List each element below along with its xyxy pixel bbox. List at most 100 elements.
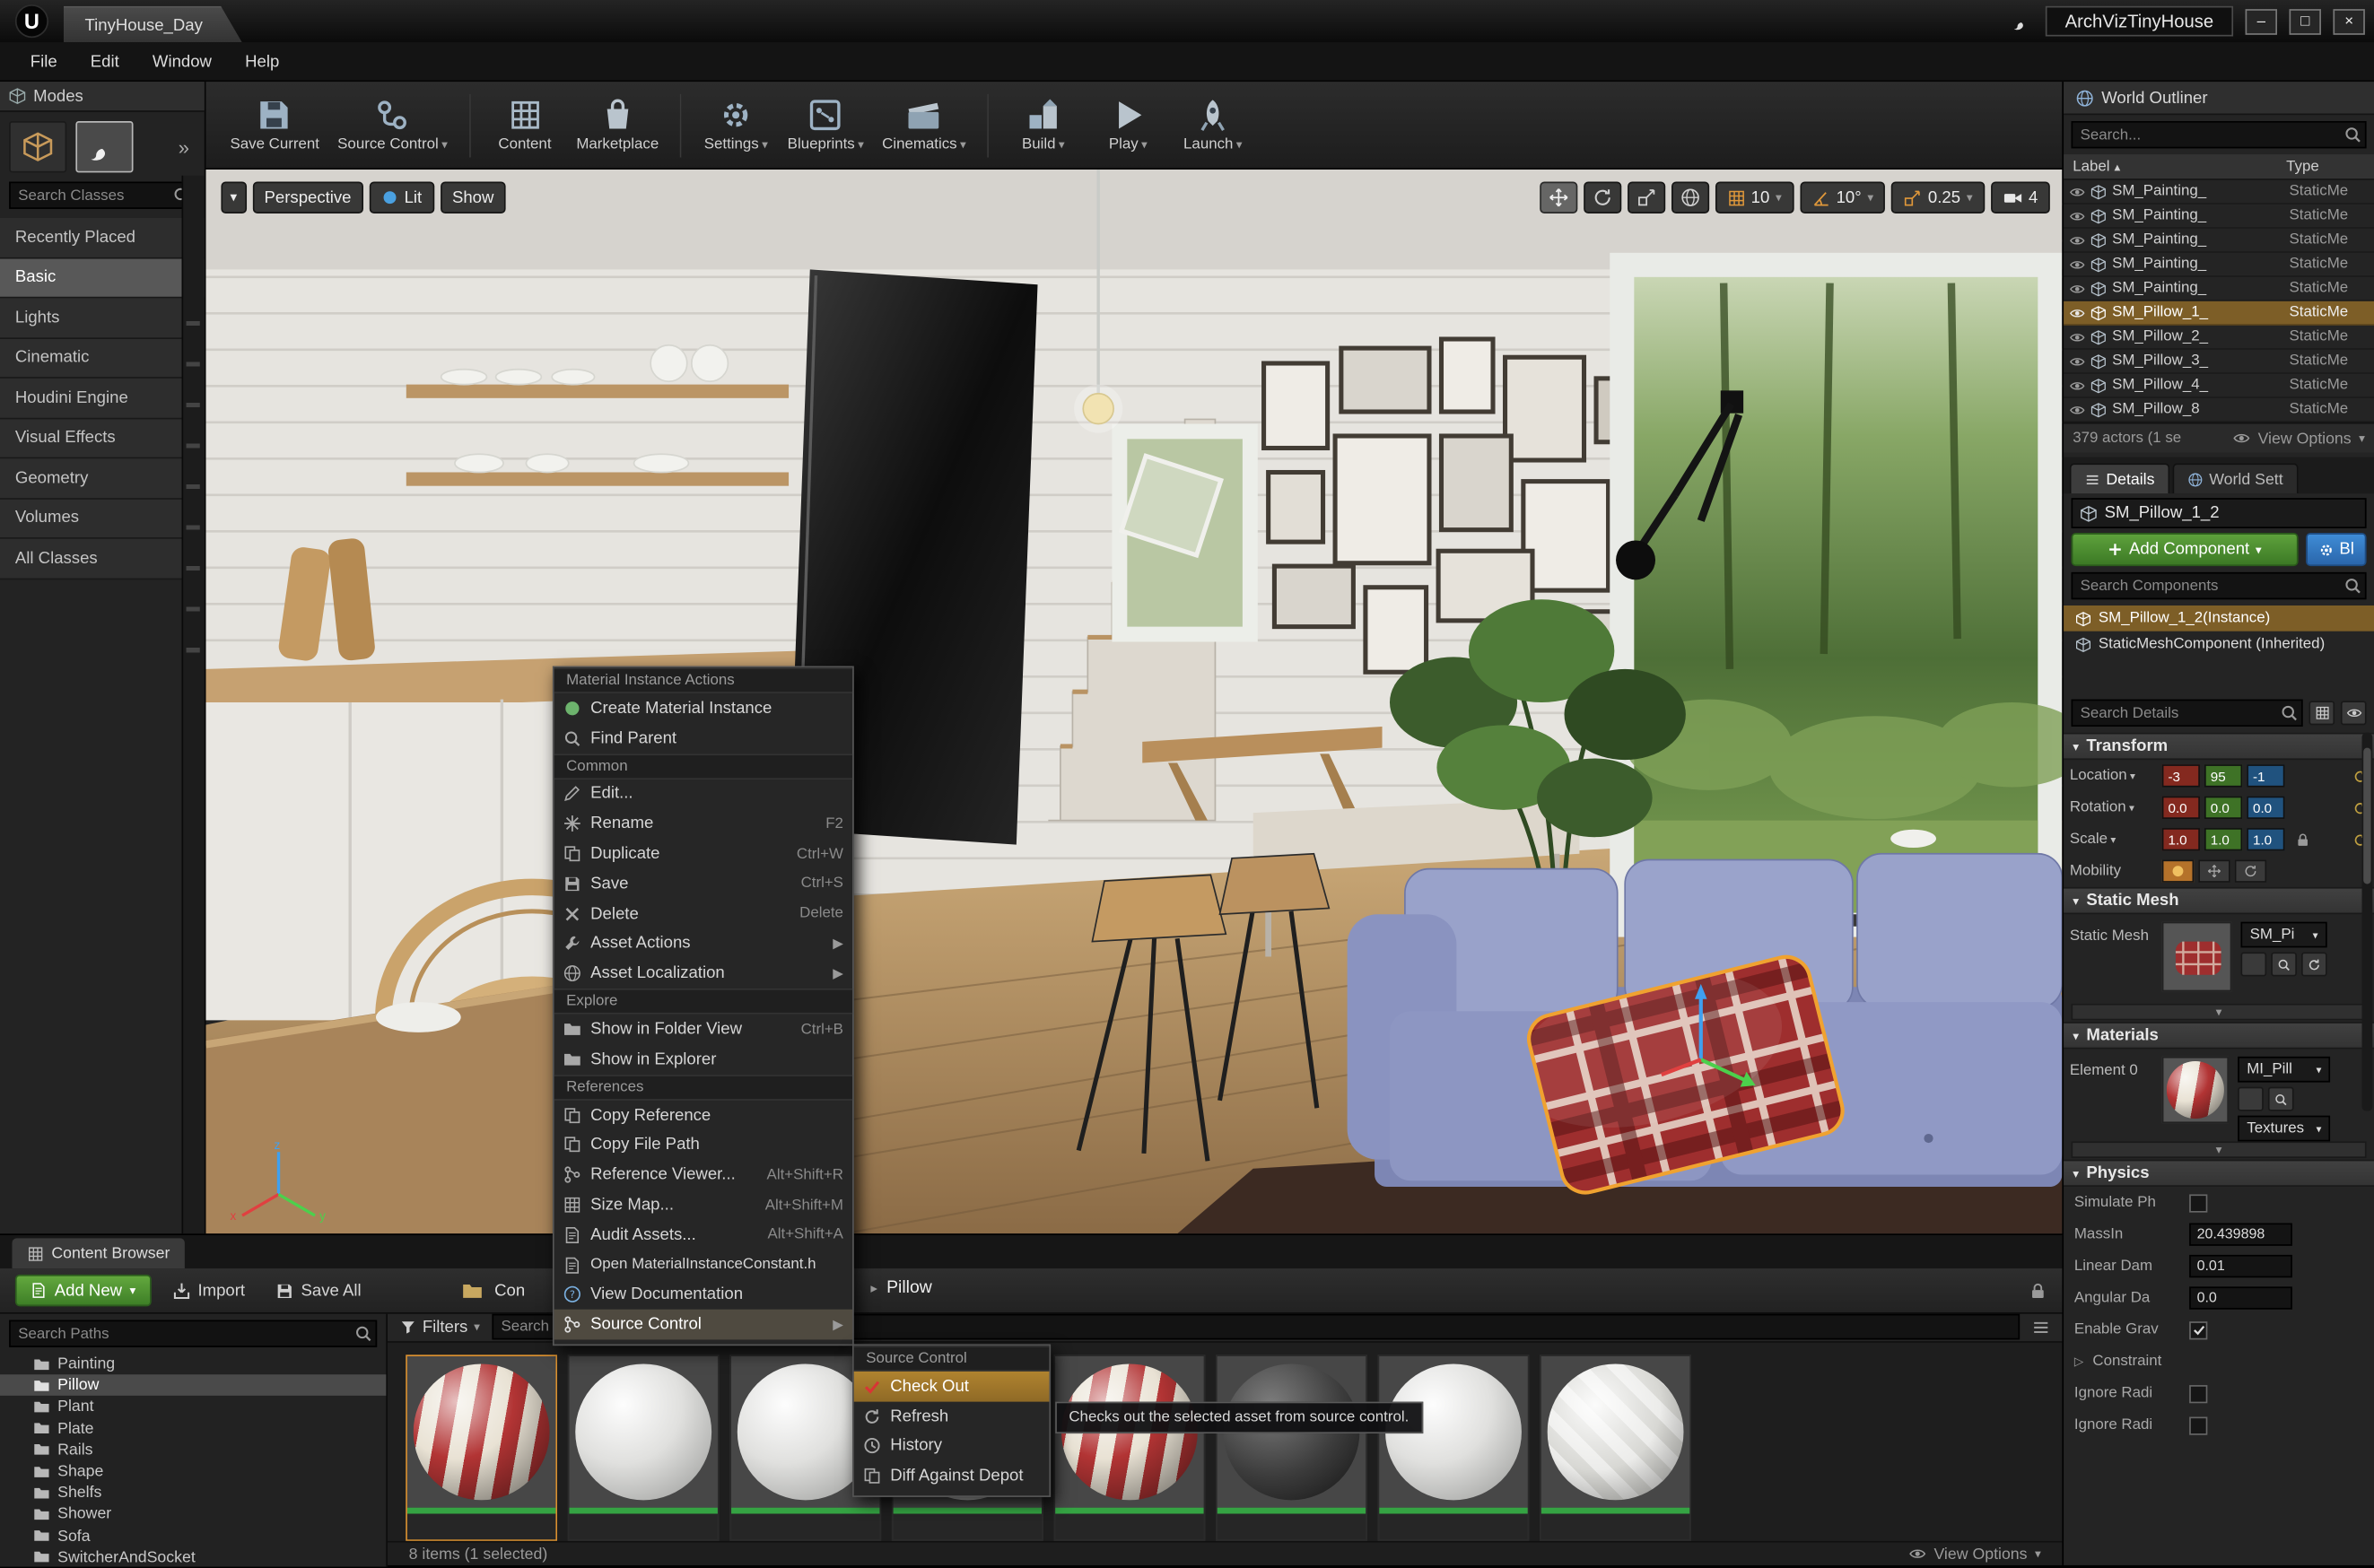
mode-category-basic[interactable]: Basic — [0, 258, 205, 299]
maximize-button[interactable]: □ — [2290, 8, 2321, 34]
place-mode-button[interactable] — [9, 121, 66, 172]
mobility-movable-button[interactable] — [2235, 860, 2266, 883]
build-button[interactable]: Build▾ — [1001, 85, 1087, 164]
menu-create-material-instance[interactable]: Create Material Instance — [554, 693, 852, 723]
menu-save[interactable]: SaveCtrl+S — [554, 869, 852, 899]
reset-asset-button[interactable] — [2301, 952, 2327, 976]
submenu-check-out[interactable]: Check Out — [854, 1372, 1050, 1401]
menu-source-control[interactable]: Source Control▶ — [554, 1310, 852, 1339]
cinematics-button[interactable]: Cinematics▾ — [873, 85, 975, 164]
mobility-stationary-button[interactable] — [2198, 860, 2230, 883]
show-flags-button[interactable]: Show — [440, 182, 505, 213]
expander-arrow-icon[interactable]: ▷ — [2074, 1355, 2083, 1368]
folder-switcherandsocket[interactable]: SwitcherAndSocket — [0, 1546, 386, 1568]
menu-delete[interactable]: DeleteDelete — [554, 899, 852, 928]
component-row-instance[interactable]: SM_Pillow_1_2(Instance) — [2064, 605, 2374, 632]
visibility-eye-icon[interactable] — [2070, 329, 2085, 344]
launch-button[interactable]: Launch▾ — [1171, 85, 1256, 164]
outliner-row[interactable]: SM_Pillow_2_StaticMe — [2064, 326, 2374, 350]
modes-expand-chevron[interactable]: » — [179, 135, 196, 158]
world-outliner-tab[interactable]: World Outliner — [2064, 82, 2374, 115]
content-view-options-button[interactable]: View Options▾ — [1909, 1545, 2040, 1563]
details-filter-button[interactable] — [2309, 701, 2335, 725]
folder-shape[interactable]: Shape — [0, 1460, 386, 1482]
perspective-button[interactable]: Perspective — [252, 182, 363, 213]
asset-tile[interactable] — [568, 1354, 720, 1540]
folder-pillow[interactable]: Pillow — [0, 1375, 386, 1397]
asset-tile[interactable] — [1378, 1354, 1530, 1540]
scale-x-field[interactable]: 1.0 — [2162, 828, 2200, 850]
mode-category-all-classes[interactable]: All Classes — [0, 539, 205, 579]
lock-icon[interactable] — [2029, 1281, 2047, 1299]
play-button[interactable]: Play▾ — [1086, 85, 1171, 164]
menu-audit-assets[interactable]: Audit Assets...Alt+Shift+A — [554, 1220, 852, 1250]
asset-tile-selected[interactable] — [406, 1354, 557, 1540]
material-thumbnail[interactable] — [2162, 1057, 2229, 1123]
menu-help[interactable]: Help — [230, 48, 294, 74]
details-scrollbar[interactable] — [2362, 733, 2373, 1111]
mode-category-houdini[interactable]: Houdini Engine — [0, 379, 205, 419]
ignore-radial-impulse-checkbox[interactable] — [2189, 1384, 2207, 1402]
rotation-z-field[interactable]: 0.0 — [2247, 797, 2284, 819]
folder-sofa[interactable]: Sofa — [0, 1525, 386, 1546]
import-button[interactable]: Import — [163, 1275, 255, 1306]
section-transform[interactable]: ▾Transform — [2064, 733, 2374, 760]
settings-button[interactable]: Settings▾ — [694, 85, 779, 164]
mode-category-visual-effects[interactable]: Visual Effects — [0, 419, 205, 459]
visibility-eye-icon[interactable] — [2070, 208, 2085, 223]
section-materials[interactable]: ▾Materials — [2064, 1022, 2374, 1049]
menu-reference-viewer[interactable]: Reference Viewer...Alt+Shift+R — [554, 1160, 852, 1189]
visibility-eye-icon[interactable] — [2070, 402, 2085, 417]
folder-plant[interactable]: Plant — [0, 1397, 386, 1418]
rotation-y-field[interactable]: 0.0 — [2204, 797, 2242, 819]
ignore-radial-force-checkbox[interactable] — [2189, 1416, 2207, 1434]
edit-blueprint-button[interactable]: Bl — [2306, 533, 2367, 566]
menu-show-in-explorer[interactable]: Show in Explorer — [554, 1044, 852, 1074]
tab-details[interactable]: Details — [2070, 463, 2170, 493]
static-mesh-dropdown[interactable]: SM_Pi▾ — [2241, 922, 2327, 948]
asset-tile[interactable] — [1054, 1354, 1206, 1540]
use-selected-button[interactable] — [2238, 1087, 2264, 1111]
blueprints-button[interactable]: Blueprints▾ — [779, 85, 873, 164]
outliner-row[interactable]: SM_Painting_StaticMe — [2064, 205, 2374, 229]
content-button[interactable]: Content — [483, 85, 568, 164]
move-tool-button[interactable] — [1539, 182, 1576, 213]
add-component-button[interactable]: Add Component▾ — [2072, 533, 2299, 566]
outliner-view-options-button[interactable]: View Options▾ — [2234, 429, 2365, 447]
forward-button[interactable] — [422, 1281, 449, 1299]
search-details-input[interactable] — [2072, 700, 2303, 727]
component-row-inherited[interactable]: StaticMeshComponent (Inherited) — [2064, 632, 2374, 658]
linear-damping-field[interactable]: 0.01 — [2189, 1255, 2292, 1277]
menu-duplicate[interactable]: DuplicateCtrl+W — [554, 839, 852, 868]
outliner-row[interactable]: SM_Pillow_8StaticMe — [2064, 398, 2374, 422]
scale-snap-button[interactable]: 0.25▾ — [1891, 182, 1985, 213]
mode-category-geometry[interactable]: Geometry — [0, 458, 205, 499]
menu-asset-actions[interactable]: Asset Actions▶ — [554, 928, 852, 958]
menu-edit[interactable]: Edit... — [554, 779, 852, 808]
material-dropdown[interactable]: MI_Pill▾ — [2238, 1057, 2330, 1083]
visibility-eye-icon[interactable] — [2070, 184, 2085, 199]
folder-shower[interactable]: Shower — [0, 1503, 386, 1525]
rotate-tool-button[interactable] — [1583, 182, 1620, 213]
folder-plate[interactable]: Plate — [0, 1417, 386, 1439]
mode-category-cinematic[interactable]: Cinematic — [0, 338, 205, 379]
textures-dropdown[interactable]: Textures▾ — [2238, 1116, 2330, 1142]
lit-mode-button[interactable]: Lit — [370, 182, 434, 213]
folder-rails[interactable]: Rails — [0, 1439, 386, 1460]
outliner-row[interactable]: SM_Pillow_4_StaticMe — [2064, 374, 2374, 398]
menu-open-header[interactable]: Open MaterialInstanceConstant.h — [554, 1250, 852, 1279]
scale-z-field[interactable]: 1.0 — [2247, 828, 2284, 850]
visibility-eye-icon[interactable] — [2070, 378, 2085, 393]
outliner-row[interactable]: SM_Painting_StaticMe — [2064, 253, 2374, 277]
menu-asset-localization[interactable]: Asset Localization▶ — [554, 959, 852, 989]
viewport-options-button[interactable]: ▾ — [221, 182, 246, 213]
outliner-row-selected[interactable]: SM_Pillow_1_StaticMe — [2064, 301, 2374, 326]
modes-panel-header[interactable]: Modes — [0, 82, 205, 112]
search-components-input[interactable] — [2072, 572, 2367, 599]
outliner-row[interactable]: SM_Painting_StaticMe — [2064, 277, 2374, 301]
menu-find-parent[interactable]: Find Parent — [554, 723, 852, 753]
submenu-history[interactable]: History — [854, 1432, 1050, 1461]
tab-world-settings[interactable]: World Sett — [2173, 463, 2299, 493]
section-static-mesh[interactable]: ▾Static Mesh — [2064, 887, 2374, 914]
asset-tile[interactable] — [1540, 1354, 1691, 1540]
